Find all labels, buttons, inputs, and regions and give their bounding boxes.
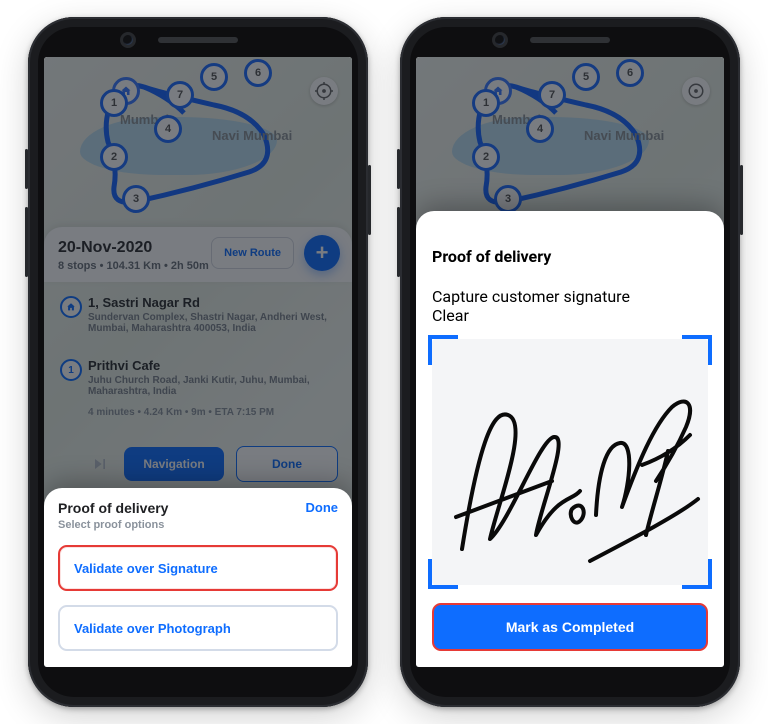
validate-signature-option[interactable]: Validate over Signature: [58, 545, 338, 591]
screen-left: Mumbai Navi Mumbai 1 2 3 4 5 6 7: [44, 57, 352, 667]
sheet-title: Proof of delivery: [432, 247, 708, 266]
device-mock-right: Mumbai Navi Mumbai 1 2 3 4 5 6 7: [400, 17, 740, 707]
mark-completed-button[interactable]: Mark as Completed: [432, 603, 708, 651]
signature-pad[interactable]: [432, 339, 708, 585]
sheet-title: Proof of delivery: [58, 500, 168, 516]
validate-photograph-option[interactable]: Validate over Photograph: [58, 605, 338, 651]
clear-button[interactable]: Clear: [432, 306, 469, 325]
sheet-hint: Select proof options: [58, 519, 168, 531]
signature-sheet: Proof of delivery Capture customer signa…: [416, 211, 724, 667]
signature-stroke: [432, 339, 708, 585]
screen-right: Mumbai Navi Mumbai 1 2 3 4 5 6 7: [416, 57, 724, 667]
device-mock-left: Mumbai Navi Mumbai 1 2 3 4 5 6 7: [28, 17, 368, 707]
sheet-done-button[interactable]: Done: [306, 500, 339, 515]
sheet-hint: Capture customer signature: [432, 287, 708, 306]
proof-sheet: Proof of delivery Select proof options D…: [44, 488, 352, 667]
